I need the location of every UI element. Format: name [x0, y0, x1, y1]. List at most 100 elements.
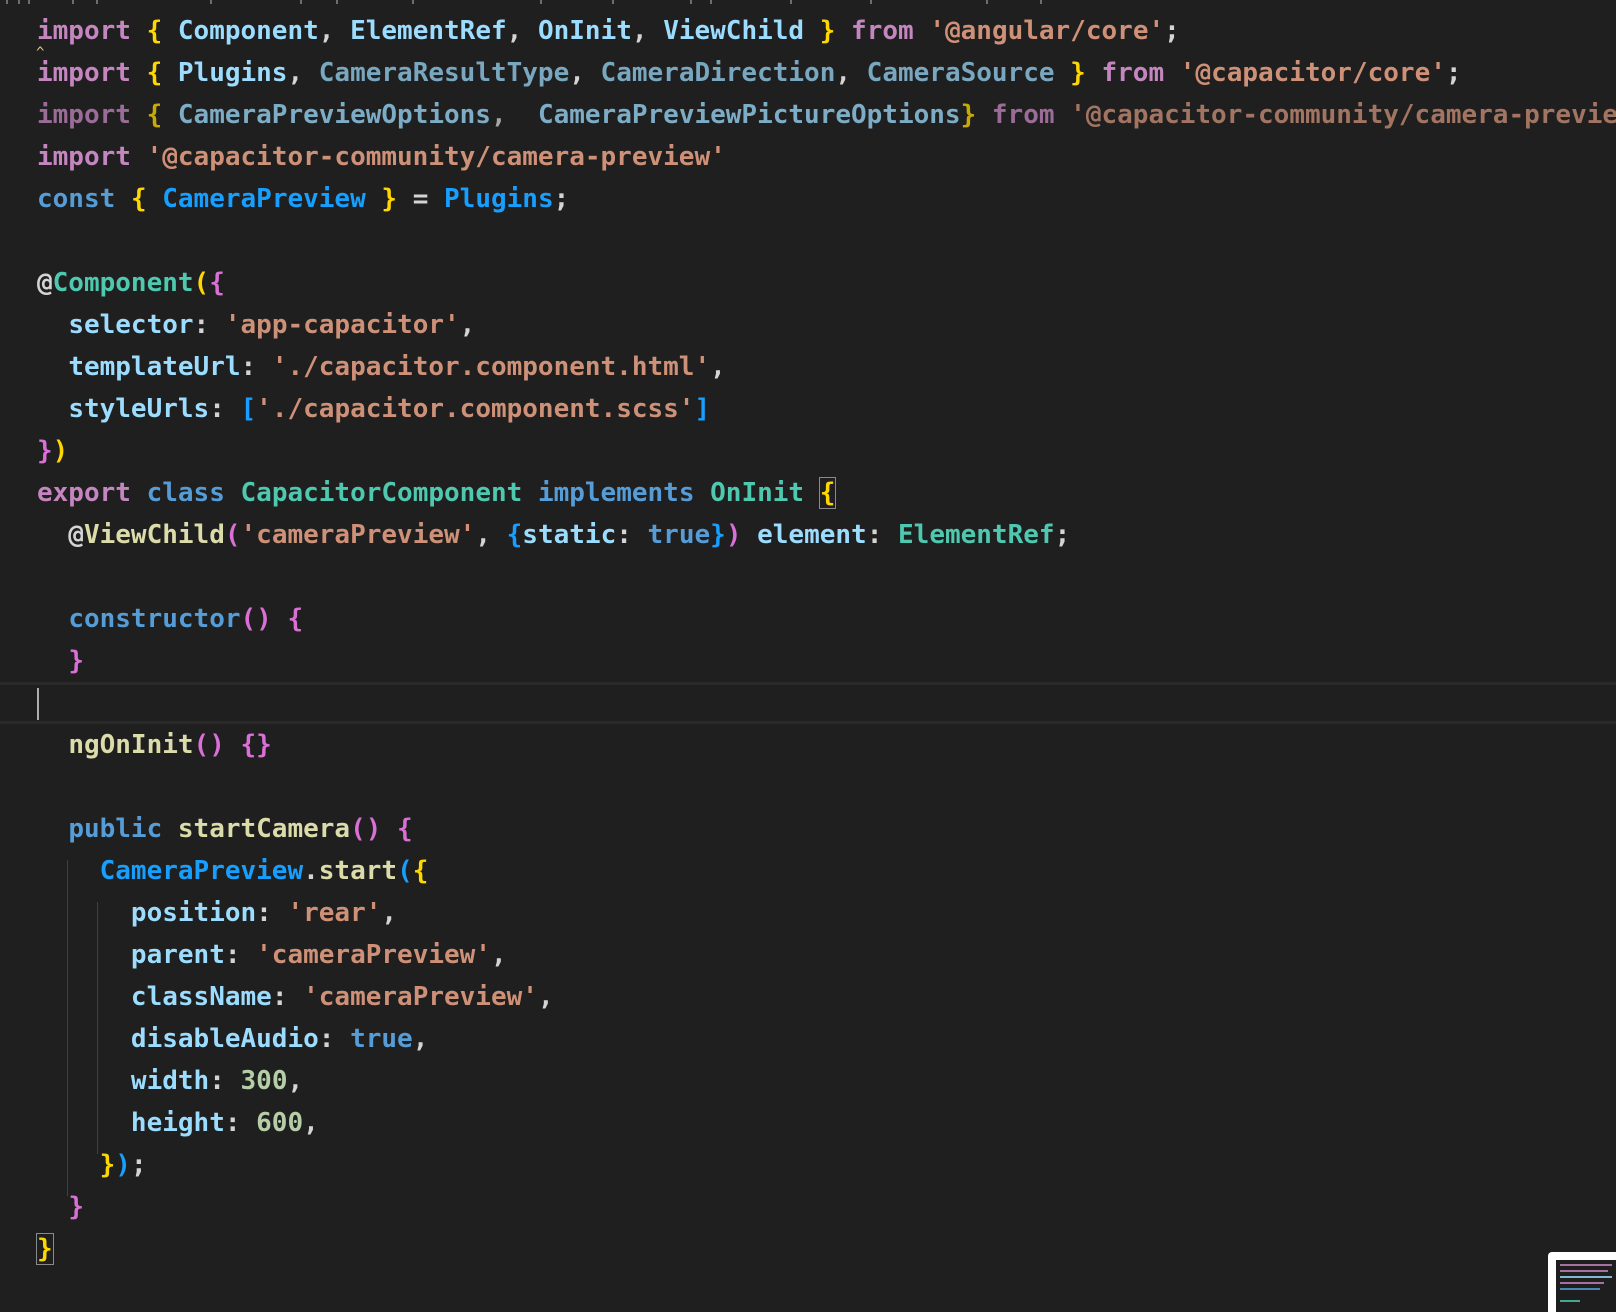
code-token: OnInit — [710, 478, 805, 508]
code-token: () — [193, 730, 225, 760]
code-token: } — [36, 1233, 54, 1265]
code-token: ; — [553, 184, 570, 214]
code-token: CameraPreview — [162, 184, 366, 214]
code-line[interactable]: } — [0, 1228, 1616, 1270]
code-token: Plugins — [177, 58, 288, 88]
code-line[interactable]: }) — [0, 430, 1616, 472]
code-token: static — [522, 520, 617, 550]
code-token: { — [130, 184, 147, 214]
code-line[interactable]: ngOnInit() {} — [0, 724, 1616, 766]
scroll-remnant-mark — [336, 0, 338, 4]
code-token: : — [209, 394, 241, 424]
code-token: { — [209, 268, 225, 298]
code-token: , — [381, 898, 398, 928]
code-line[interactable]: width: 300, — [0, 1060, 1616, 1102]
code-line[interactable]: CameraPreview.start({ — [0, 850, 1616, 892]
code-line[interactable]: height: 600, — [0, 1102, 1616, 1144]
code-token: element — [757, 520, 867, 550]
code-line[interactable]: import '@capacitor-community/camera-prev… — [0, 136, 1616, 178]
code-token: : — [224, 1108, 257, 1138]
code-token: OnInit — [537, 16, 632, 46]
code-line[interactable]: @Component({ — [0, 262, 1616, 304]
code-token: class — [146, 478, 225, 508]
code-line[interactable]: templateUrl: './capacitor.component.html… — [0, 346, 1616, 388]
code-line[interactable]: position: 'rear', — [0, 892, 1616, 934]
code-token: } — [1070, 58, 1086, 88]
minimap-preview — [1556, 1260, 1616, 1312]
code-line[interactable]: className: 'cameraPreview', — [0, 976, 1616, 1018]
code-token: import — [37, 142, 131, 172]
indent-guide — [67, 860, 68, 1196]
code-token: , — [287, 1066, 304, 1096]
code-line[interactable]: import { Component, ElementRef, OnInit, … — [0, 10, 1616, 60]
code-token: : — [616, 520, 648, 550]
code-token: , — [835, 58, 867, 88]
code-token: : — [209, 1066, 241, 1096]
code-token: , — [569, 58, 601, 88]
code-line[interactable]: } — [0, 640, 1616, 682]
minimap[interactable] — [1548, 1252, 1616, 1312]
code-token: ViewChild — [663, 16, 805, 46]
minimap-line — [1560, 1288, 1600, 1290]
code-token: position — [130, 898, 257, 928]
code-line[interactable]: const { CameraPreview } = Plugins; — [0, 178, 1616, 220]
scroll-remnant-mark — [540, 0, 542, 4]
code-line[interactable]: parent: 'cameraPreview', — [0, 934, 1616, 976]
scroll-remnant-mark — [986, 0, 988, 4]
code-token: ) — [52, 436, 69, 466]
scroll-remnant-mark — [690, 0, 692, 4]
code-token: : — [193, 310, 225, 340]
scroll-remnant-mark — [612, 0, 614, 4]
code-token: from — [851, 16, 914, 46]
code-token: height — [130, 1108, 225, 1138]
code-line[interactable]: public startCamera() { — [0, 808, 1616, 850]
code-line-current[interactable] — [0, 682, 1616, 724]
code-line[interactable]: export class CapacitorComponent implemen… — [0, 472, 1616, 514]
code-line[interactable]: selector: 'app-capacitor', — [0, 304, 1616, 346]
code-token: : — [318, 1024, 351, 1054]
code-token: } — [99, 1150, 116, 1180]
code-token: } — [68, 1192, 84, 1222]
code-token: Component — [52, 268, 194, 298]
code-editor[interactable]: import { Component, ElementRef, OnInit, … — [0, 10, 1616, 1270]
code-line[interactable]: styleUrls: ['./capacitor.component.scss'… — [0, 388, 1616, 430]
minimap-line — [1560, 1300, 1580, 1302]
code-line[interactable] — [0, 766, 1616, 808]
code-token: { — [146, 16, 163, 46]
minimap-line — [1560, 1270, 1608, 1272]
code-line[interactable] — [0, 220, 1616, 262]
code-token: Component — [177, 16, 319, 46]
code-line[interactable]: @ViewChild('cameraPreview', {static: tru… — [0, 514, 1616, 556]
code-token: Plugins — [444, 184, 554, 214]
code-token: , — [287, 58, 319, 88]
code-token: true — [350, 1024, 413, 1054]
code-line[interactable]: } — [0, 1186, 1616, 1228]
code-token: CameraPreviewPictureOptions — [537, 100, 961, 130]
code-token: true — [647, 520, 711, 550]
code-token: export — [37, 478, 131, 508]
code-line[interactable]: import { Plugins, CameraResultType, Came… — [0, 52, 1616, 94]
code-token: { — [287, 604, 304, 634]
code-token: implements — [537, 478, 695, 508]
code-line[interactable]: constructor() { — [0, 598, 1616, 640]
code-line[interactable]: disableAudio: true, — [0, 1018, 1616, 1060]
code-token: , — [506, 16, 538, 46]
code-line[interactable]: import { CameraPreviewOptions, CameraPre… — [0, 94, 1616, 136]
code-line[interactable]: }); — [0, 1144, 1616, 1186]
code-line[interactable] — [0, 556, 1616, 598]
code-token: import — [37, 100, 131, 130]
code-token: : — [224, 940, 257, 970]
code-token: import — [37, 58, 131, 88]
